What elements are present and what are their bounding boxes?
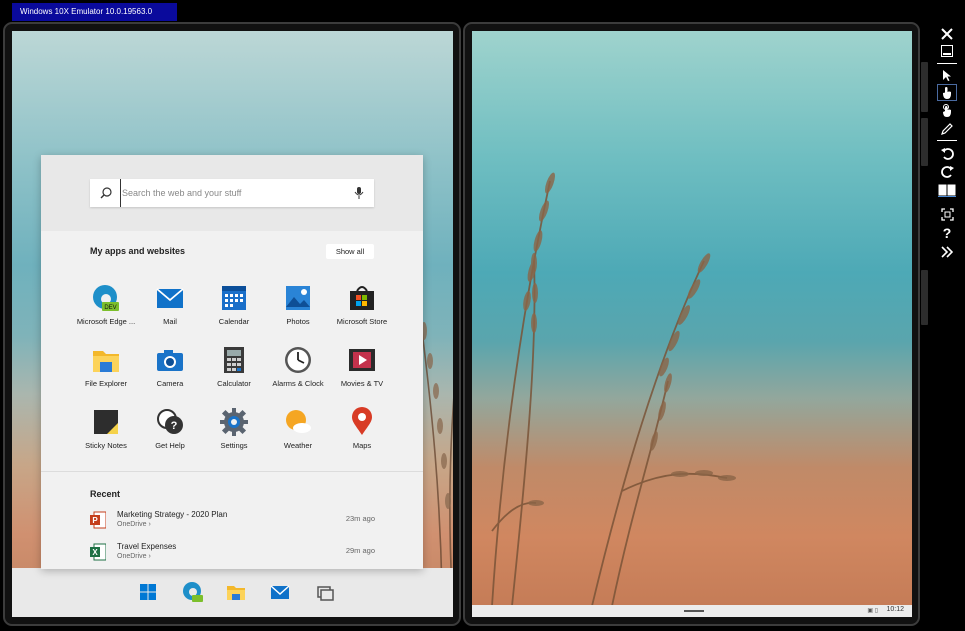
recent-heading: Recent bbox=[90, 489, 121, 499]
emulator-toolbar: ? bbox=[935, 24, 959, 264]
map-pin-icon bbox=[352, 407, 372, 435]
search-placeholder: Search the web and your stuff bbox=[120, 179, 241, 207]
svg-text:?: ? bbox=[943, 226, 952, 240]
recent-item-time: 23m ago bbox=[345, 514, 375, 523]
windows-start-icon[interactable] bbox=[136, 580, 160, 604]
pointer-icon[interactable] bbox=[937, 67, 957, 84]
app-tile[interactable]: Calculator bbox=[202, 341, 266, 399]
recent-item-time: 29m ago bbox=[345, 546, 375, 555]
recent-item-name: Marketing Strategy - 2020 Plan bbox=[117, 510, 228, 519]
right-screen-bar: ▣ ▯ 10:12 bbox=[472, 605, 912, 617]
powerpoint-icon: P bbox=[90, 511, 106, 529]
folder-icon bbox=[93, 351, 119, 372]
search-icon bbox=[100, 187, 112, 199]
edge-dev-icon: DEV bbox=[93, 285, 119, 311]
app-tile[interactable]: DEV Microsoft Edge ... bbox=[74, 279, 138, 337]
wallpaper-grass bbox=[491, 172, 736, 606]
app-label: Movies & TV bbox=[340, 379, 384, 388]
sticky-notes-icon bbox=[94, 410, 118, 434]
close-icon[interactable] bbox=[937, 25, 957, 42]
pen-icon[interactable] bbox=[937, 120, 957, 137]
excel-icon: X bbox=[90, 543, 106, 561]
toolbar-divider bbox=[937, 140, 957, 141]
folder-icon[interactable] bbox=[224, 580, 248, 604]
toolbar-divider bbox=[937, 63, 957, 64]
app-tile[interactable]: Settings bbox=[202, 403, 266, 461]
touch-icon[interactable] bbox=[937, 84, 957, 101]
system-tray-icons[interactable]: ▣ ▯ bbox=[867, 607, 878, 614]
right-screen: ▣ ▯ 10:12 bbox=[463, 22, 920, 626]
microphone-icon[interactable] bbox=[353, 186, 365, 200]
recent-item-name: Travel Expenses bbox=[117, 542, 177, 551]
search-input[interactable]: Search the web and your stuff bbox=[90, 179, 374, 207]
app-tile[interactable]: Alarms & Clock bbox=[266, 341, 330, 399]
clock-icon bbox=[285, 347, 311, 373]
wallpaper bbox=[472, 31, 912, 606]
calendar-icon bbox=[222, 286, 246, 310]
rotate-right-icon[interactable] bbox=[937, 163, 957, 180]
gesture-handle[interactable] bbox=[684, 610, 704, 612]
clock[interactable]: 10:12 bbox=[886, 606, 904, 613]
expand-icon[interactable] bbox=[937, 243, 957, 260]
get-help-icon: ? bbox=[157, 409, 183, 434]
svg-text:?: ? bbox=[171, 420, 178, 432]
divider bbox=[41, 471, 423, 472]
apps-heading: My apps and websites bbox=[90, 246, 186, 256]
app-tile[interactable]: Weather bbox=[266, 403, 330, 461]
store-icon bbox=[350, 286, 374, 310]
app-tile[interactable]: Mail bbox=[138, 279, 202, 337]
recent-item[interactable]: P Marketing Strategy - 2020 Plan OneDriv… bbox=[90, 507, 375, 533]
screenshot-icon[interactable] bbox=[937, 206, 957, 223]
recent-item[interactable]: X Travel Expenses OneDrive › 29m ago bbox=[90, 539, 375, 565]
app-tile[interactable]: Maps bbox=[330, 403, 394, 461]
app-tile[interactable]: Photos bbox=[266, 279, 330, 337]
app-tile[interactable]: File Explorer bbox=[74, 341, 138, 399]
mail-icon bbox=[156, 288, 184, 308]
multi-touch-icon[interactable] bbox=[937, 102, 957, 119]
edge-dev-icon[interactable] bbox=[180, 580, 204, 604]
calculator-icon bbox=[224, 347, 244, 373]
app-tile[interactable]: Sticky Notes bbox=[74, 403, 138, 461]
movies-icon bbox=[349, 349, 375, 371]
window-title: Windows 10X Emulator 10.0.19563.0 (Previ… bbox=[12, 3, 177, 34]
rotate-left-icon[interactable] bbox=[937, 145, 957, 162]
svg-text:X: X bbox=[92, 548, 98, 557]
app-tile[interactable]: ? Get Help bbox=[138, 403, 202, 461]
svg-text:P: P bbox=[92, 516, 98, 525]
start-menu: Search the web and your stuff My apps an… bbox=[41, 155, 423, 569]
app-tile[interactable]: Calendar bbox=[202, 279, 266, 337]
recent-item-location: OneDrive › bbox=[117, 553, 151, 560]
app-label: Maps bbox=[352, 441, 372, 450]
dual-screen-icon[interactable] bbox=[937, 182, 957, 199]
mail-icon[interactable] bbox=[268, 580, 292, 604]
recent-item-location: OneDrive › bbox=[117, 521, 151, 528]
photos-icon bbox=[286, 286, 310, 310]
task-view-icon[interactable] bbox=[312, 580, 336, 604]
help-icon[interactable]: ? bbox=[937, 224, 957, 241]
weather-icon bbox=[286, 410, 311, 433]
app-tile[interactable]: Microsoft Store bbox=[330, 279, 394, 337]
search-area: Search the web and your stuff bbox=[41, 155, 423, 231]
app-tile[interactable]: Camera bbox=[138, 341, 202, 399]
app-tile[interactable]: Movies & TV bbox=[330, 341, 394, 399]
minimize-icon[interactable] bbox=[937, 42, 957, 59]
svg-text:DEV: DEV bbox=[104, 305, 116, 311]
app-label: Microsoft Store bbox=[336, 317, 388, 326]
gear-icon bbox=[220, 408, 248, 436]
camera-icon bbox=[157, 350, 183, 371]
show-all-button[interactable]: Show all bbox=[326, 244, 374, 259]
taskbar bbox=[12, 568, 453, 617]
